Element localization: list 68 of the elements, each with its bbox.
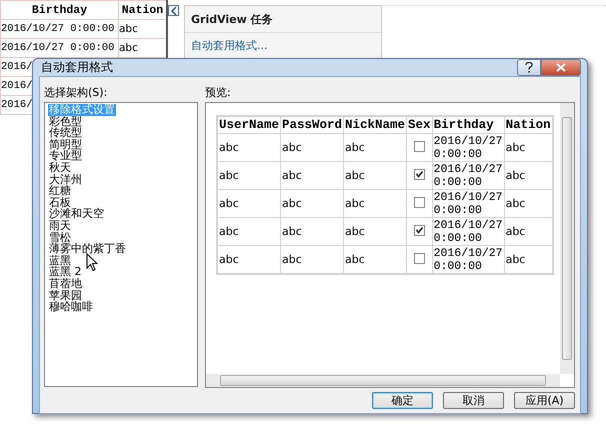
scheme-item[interactable]: 苹果园 [48, 290, 83, 302]
table-cell: abc [344, 162, 407, 190]
scheme-item[interactable]: 传统型 [48, 127, 83, 139]
scheme-item[interactable]: 蓝黑 [48, 254, 72, 266]
vertical-scrollbar[interactable] [560, 103, 574, 374]
scheme-item[interactable]: 红糖 [48, 185, 72, 197]
table-cell: 2016/10/27 0:00:00 [432, 190, 504, 218]
checkbox[interactable] [414, 252, 425, 264]
table-cell: abc [217, 162, 281, 190]
scheme-item[interactable]: 穆哈咖啡 [48, 301, 94, 313]
help-icon [525, 62, 533, 73]
table-cell: 2016/10/27 0:00:00 [432, 162, 504, 190]
close-button[interactable] [541, 59, 581, 76]
scheme-listbox[interactable]: 移除格式设置 彩色型 传统型 简明型 专业型 秋天 大洋州 红糖 石板 沙滩和天空 雨天 雪松 薄雾中的紫丁香 蓝黑 蓝黑 2 苜蓿地 苹果园 穆哈咖啡 [44, 102, 198, 387]
help-button[interactable] [517, 59, 541, 76]
checkbox[interactable] [414, 168, 425, 180]
table-cell: 2016/10/27 0:00:00 [0, 20, 118, 38]
table-cell: abc [280, 218, 344, 246]
scheme-item[interactable]: 蓝黑 2 [48, 266, 82, 278]
horizontal-scrollbar[interactable] [206, 374, 560, 387]
collapse-button[interactable] [168, 5, 179, 16]
table-cell: abc [280, 246, 344, 274]
scheme-item[interactable]: 专业型 [48, 150, 83, 162]
scheme-item[interactable]: 大洋州 [48, 174, 83, 186]
table-cell: 2016/10/27 0:00:00 [432, 218, 504, 246]
table-cell: 2016/10/27 0:00:00 [432, 246, 504, 274]
dialog-title: 自动套用格式 [41, 59, 113, 76]
table-cell: abc [217, 246, 281, 274]
dialog-button[interactable]: 确定 [372, 392, 433, 409]
scheme-item[interactable]: 沙滩和天空 [48, 208, 105, 220]
table-cell: abc [280, 134, 344, 162]
preview-label: 预览: [205, 85, 232, 100]
table-cell: 2016/10/27 0:00:00 [432, 134, 504, 162]
table-cell: abc [280, 162, 344, 190]
table-cell: abc [217, 190, 281, 218]
table-cell: abc [344, 246, 407, 274]
scheme-item[interactable]: 苜蓿地 [48, 278, 83, 290]
table-cell: abc [344, 190, 407, 218]
table-cell: abc [217, 218, 281, 246]
dialog-button[interactable]: 取消 [443, 392, 504, 409]
checkbox[interactable] [414, 224, 425, 236]
column-header: Birthday [0, 0, 118, 20]
scheme-item[interactable]: 雨天 [48, 220, 72, 232]
scheme-item[interactable]: 薄雾中的紫丁香 [48, 243, 127, 255]
scheme-item[interactable]: 石板 [48, 196, 72, 208]
dialog-button[interactable]: 应用(A) [514, 392, 575, 409]
column-header: NickName [344, 116, 407, 134]
table-cell: abc [344, 134, 407, 162]
auto-format-link[interactable]: 自动套用格式... [185, 33, 381, 58]
table-cell: abc [280, 190, 344, 218]
mouse-pointer-icon [86, 253, 98, 272]
close-icon [556, 63, 566, 72]
scheme-item[interactable]: 彩色型 [48, 116, 83, 128]
scheme-item[interactable]: 雪松 [48, 232, 72, 244]
scheme-item[interactable]: 简明型 [48, 138, 83, 150]
checkbox[interactable] [414, 196, 425, 208]
checkbox[interactable] [414, 140, 425, 152]
column-header: UserName [217, 116, 281, 134]
column-header: Birthday [432, 116, 504, 134]
chevron-left-icon [170, 6, 176, 14]
table-cell: abc [217, 134, 281, 162]
column-header: Nation [118, 0, 167, 20]
table-cell: abc [344, 218, 407, 246]
column-header: Sex [406, 116, 432, 134]
column-header: Nation [504, 116, 553, 134]
panel-title: GridView 任务 [185, 6, 381, 33]
column-header: PassWord [280, 116, 344, 134]
scheme-item[interactable]: 秋天 [48, 162, 72, 174]
